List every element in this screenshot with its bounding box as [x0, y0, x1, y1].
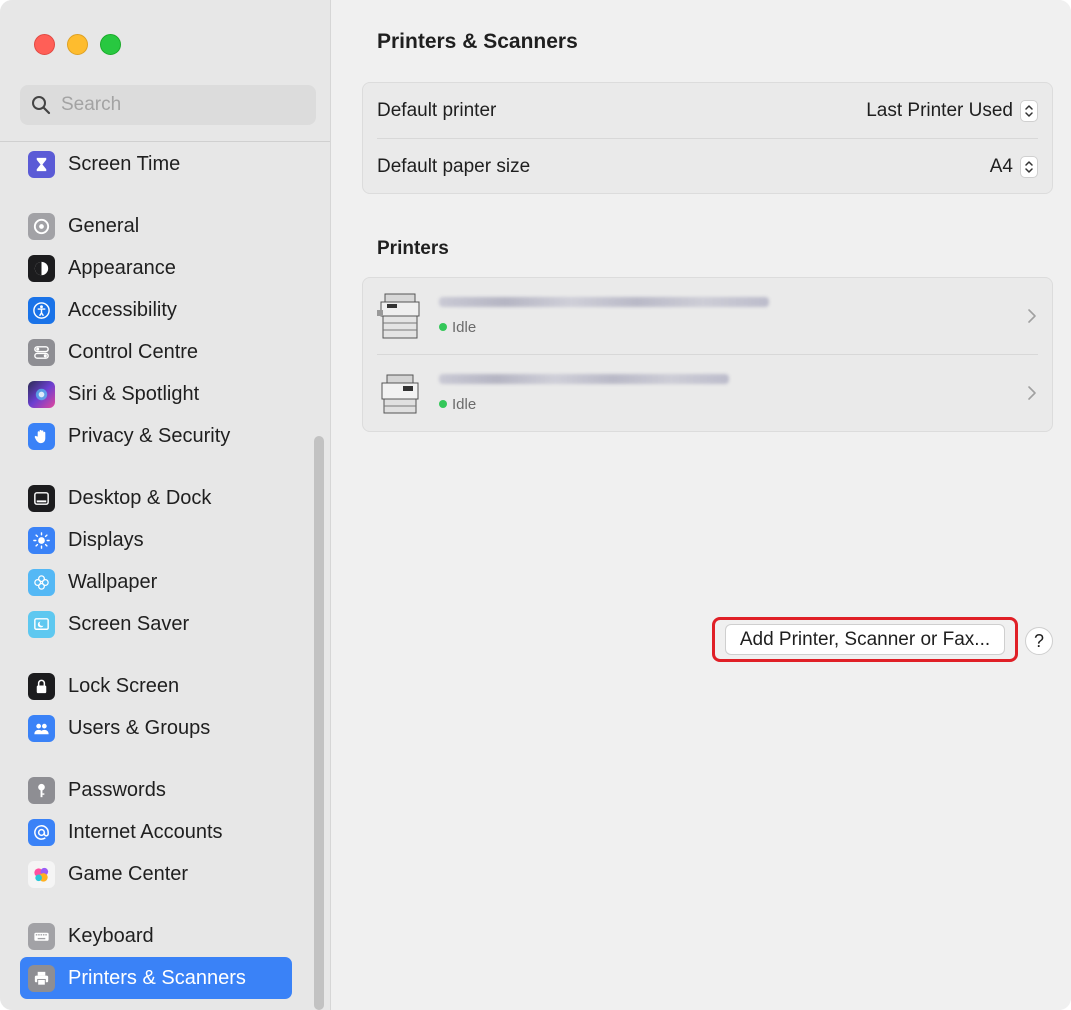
sidebar-item-label: General [68, 214, 140, 237]
printer-status: Idle [439, 319, 1016, 336]
sidebar-item-internet-accounts[interactable]: Internet Accounts [20, 811, 292, 853]
gear-icon [28, 212, 55, 240]
sidebar-item-screen-time[interactable]: Screen Time [20, 143, 292, 185]
toggles-icon [28, 338, 55, 366]
sidebar-item-privacy-security[interactable]: Privacy & Security [20, 415, 292, 457]
sidebar-item-accessibility[interactable]: Accessibility [20, 289, 292, 331]
close-window-button[interactable] [34, 34, 55, 55]
status-dot [439, 323, 447, 331]
paper-size-label: Default paper size [377, 155, 531, 177]
paper-size-row: Default paper size A4 [377, 138, 1038, 194]
flower-icon [28, 568, 55, 596]
accessibility-icon [28, 296, 55, 324]
page-title: Printers & Scanners [377, 30, 578, 53]
printer-icon [28, 964, 55, 992]
sidebar-item-label: Desktop & Dock [68, 486, 212, 509]
sidebar-item-label: Privacy & Security [68, 424, 231, 447]
sidebar-item-label: Wallpaper [68, 570, 158, 593]
updown-chevron-icon [1020, 155, 1038, 178]
sidebar-item-printers-scanners[interactable]: Printers & Scanners [20, 957, 292, 999]
main-content: Printers & Scanners Default printer Last… [331, 0, 1071, 1010]
sidebar-item-screen-saver[interactable]: Screen Saver [20, 603, 292, 645]
sidebar: Screen Time General Appearance [0, 0, 331, 1010]
search-input[interactable] [59, 93, 303, 117]
sidebar-item-wallpaper[interactable]: Wallpaper [20, 561, 292, 603]
updown-chevron-icon [1020, 99, 1038, 122]
hand-icon [28, 422, 55, 450]
window-controls [34, 34, 121, 55]
multifunction-printer-icon [377, 293, 420, 339]
defaults-card: Default printer Last Printer Used Defaul… [362, 82, 1053, 194]
highlight-box: Add Printer, Scanner or Fax... [712, 617, 1018, 662]
status-dot [439, 400, 447, 408]
sidebar-item-label: Internet Accounts [68, 820, 223, 843]
keyboard-icon [28, 922, 55, 950]
sun-icon [28, 526, 55, 554]
sidebar-item-label: Passwords [68, 778, 166, 801]
appearance-icon [28, 254, 55, 282]
desktop-printer-icon [381, 374, 419, 414]
sidebar-item-displays[interactable]: Displays [20, 519, 292, 561]
sidebar-item-siri-spotlight[interactable]: Siri & Spotlight [20, 373, 292, 415]
siri-icon [28, 380, 55, 408]
paper-size-popup[interactable]: A4 [989, 155, 1038, 178]
sidebar-item-game-center[interactable]: Game Center [20, 853, 292, 895]
sidebar-item-label: Printers & Scanners [68, 966, 246, 989]
sidebar-item-label: Screen Time [68, 152, 181, 175]
chevron-right-icon [1028, 386, 1036, 400]
sidebar-item-label: Control Centre [68, 340, 199, 363]
sidebar-item-label: Accessibility [68, 298, 177, 321]
printer-status: Idle [439, 396, 1016, 413]
sidebar-item-label: Keyboard [68, 924, 154, 947]
printer-info: Idle [439, 373, 1016, 413]
printers-heading: Printers [377, 238, 449, 259]
sidebar-item-users-groups[interactable]: Users & Groups [20, 707, 292, 749]
printers-list: Idle Idle [362, 277, 1053, 432]
sidebar-item-passwords[interactable]: Passwords [20, 769, 292, 811]
users-icon [28, 714, 55, 742]
printer-status-label: Idle [452, 395, 477, 413]
sidebar-item-label: Lock Screen [68, 674, 180, 697]
sidebar-item-label: Displays [68, 528, 144, 551]
search-field[interactable] [20, 85, 316, 125]
help-button[interactable]: ? [1025, 627, 1053, 655]
settings-window: Screen Time General Appearance [0, 0, 1071, 1010]
printer-row[interactable]: Idle [377, 278, 1038, 354]
printer-status-label: Idle [452, 318, 477, 336]
printer-name-redacted [439, 296, 769, 307]
printer-name-redacted [439, 373, 729, 384]
game-center-icon [28, 860, 55, 888]
zoom-window-button[interactable] [100, 34, 121, 55]
divider [0, 141, 330, 142]
sidebar-item-label: Game Center [68, 862, 189, 885]
default-printer-label: Default printer [377, 99, 497, 121]
printer-row[interactable]: Idle [377, 354, 1038, 431]
sidebar-item-general[interactable]: General [20, 205, 292, 247]
lock-icon [28, 672, 55, 700]
sidebar-item-keyboard[interactable]: Keyboard [20, 915, 292, 957]
default-printer-popup[interactable]: Last Printer Used [866, 99, 1038, 122]
sidebar-scrollbar[interactable] [314, 436, 324, 1010]
paper-size-value: A4 [989, 155, 1013, 177]
sidebar-item-control-centre[interactable]: Control Centre [20, 331, 292, 373]
chevron-right-icon [1028, 309, 1036, 323]
sidebar-item-lock-screen[interactable]: Lock Screen [20, 665, 292, 707]
dock-icon [28, 484, 55, 512]
sidebar-item-desktop-dock[interactable]: Desktop & Dock [20, 477, 292, 519]
key-icon [28, 776, 55, 804]
minimize-window-button[interactable] [67, 34, 88, 55]
printer-info: Idle [439, 296, 1016, 336]
screensaver-icon [28, 610, 55, 638]
hourglass-icon [28, 150, 55, 178]
add-printer-scanner-fax-button[interactable]: Add Printer, Scanner or Fax... [724, 624, 1006, 655]
sidebar-item-label: Appearance [68, 256, 176, 279]
sidebar-item-appearance[interactable]: Appearance [20, 247, 292, 289]
search-icon [32, 96, 51, 115]
default-printer-row: Default printer Last Printer Used [377, 83, 1038, 138]
sidebar-item-label: Users & Groups [68, 716, 211, 739]
default-printer-value: Last Printer Used [866, 99, 1013, 121]
sidebar-item-label: Screen Saver [68, 612, 190, 635]
sidebar-item-label: Siri & Spotlight [68, 382, 200, 405]
at-icon [28, 818, 55, 846]
